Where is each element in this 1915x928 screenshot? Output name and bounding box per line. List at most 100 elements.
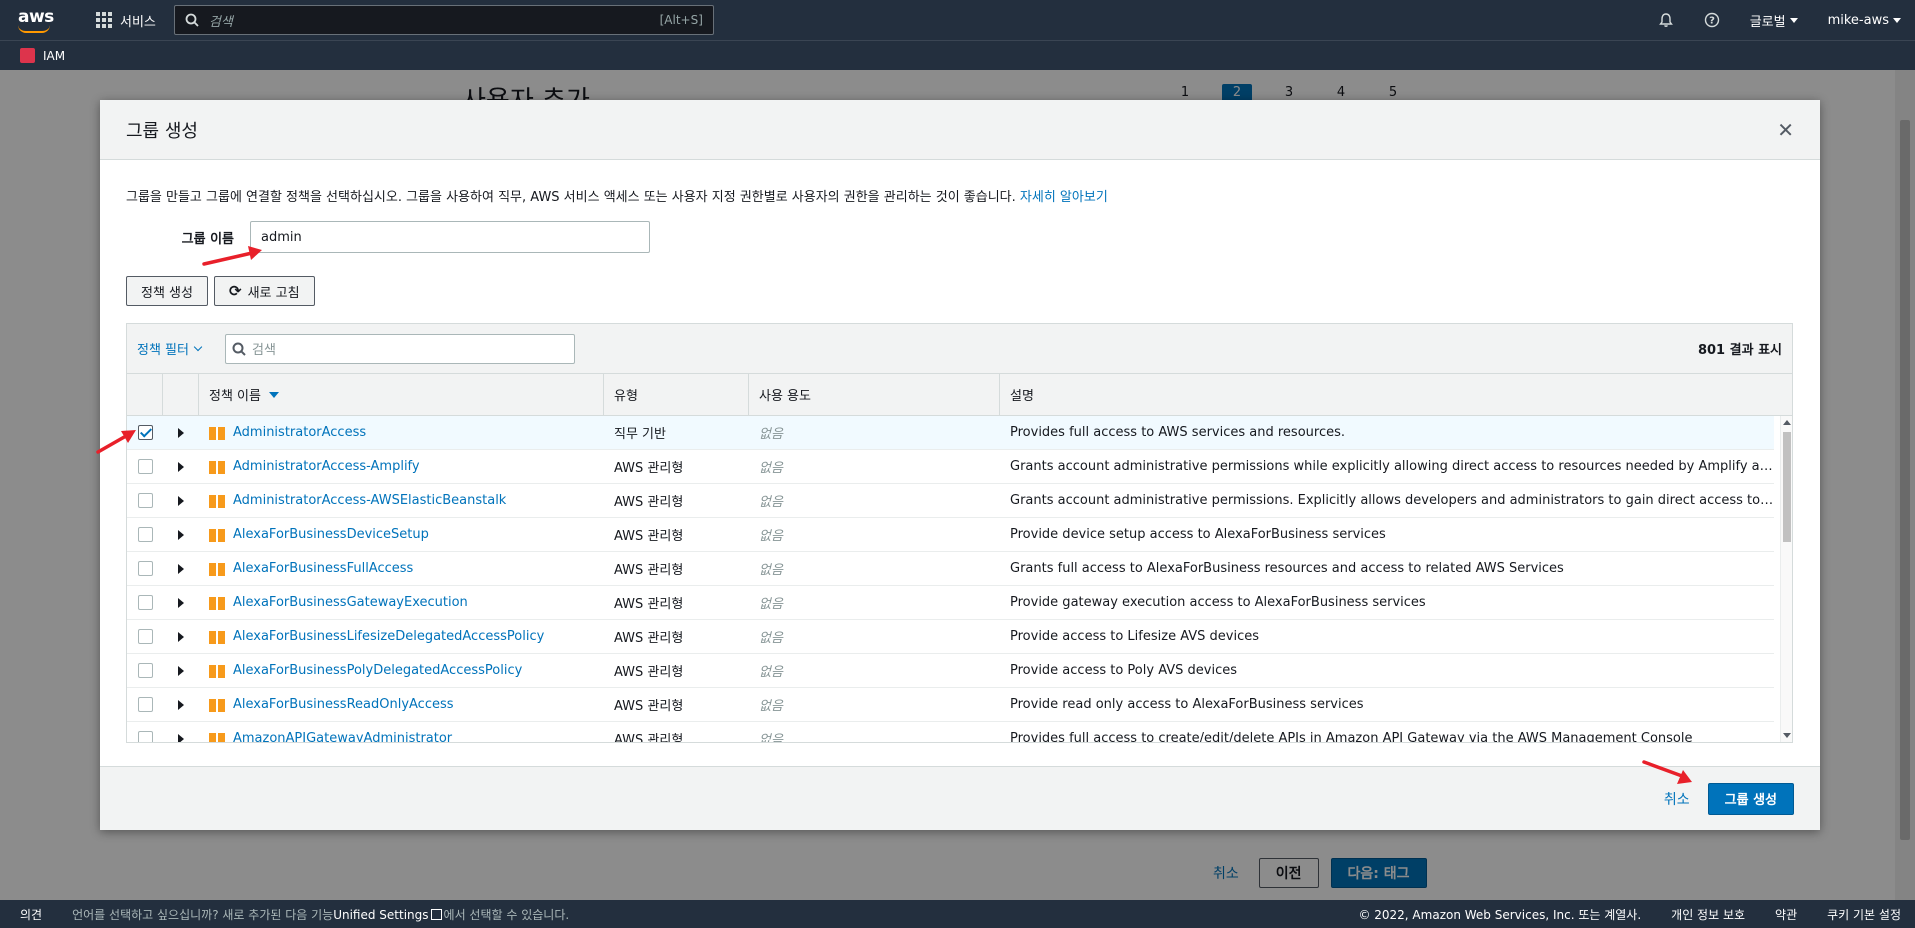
expand-icon[interactable] bbox=[178, 631, 184, 642]
row-expand-cell bbox=[163, 518, 199, 551]
row-expand-cell bbox=[163, 722, 199, 742]
policy-package-icon bbox=[209, 527, 225, 542]
iam-service-icon bbox=[20, 48, 35, 63]
region-selector[interactable]: 글로벌 bbox=[1750, 11, 1798, 30]
terms-link[interactable]: 약관 bbox=[1775, 906, 1797, 923]
column-header-usage[interactable]: 사용 용도 bbox=[749, 374, 1000, 415]
table-row[interactable]: AlexaForBusinessFullAccess AWS 관리형 없음 Grant… bbox=[127, 552, 1774, 586]
row-checkbox[interactable] bbox=[137, 629, 153, 644]
policy-name-link[interactable]: AmazonAPIGatewayAdministrator bbox=[233, 731, 452, 742]
policy-name-link[interactable]: AlexaForBusinessGatewayExecution bbox=[233, 595, 468, 610]
policy-name-link[interactable]: AdministratorAccess-Amplify bbox=[233, 459, 420, 474]
row-checkbox[interactable] bbox=[137, 595, 153, 610]
account-menu[interactable]: mike-aws bbox=[1828, 13, 1901, 28]
table-row[interactable]: AlexaForBusinessDeviceSetup AWS 관리형 없음 Prov… bbox=[127, 518, 1774, 552]
policy-usage-cell: 없음 bbox=[759, 461, 783, 476]
row-checkbox[interactable] bbox=[137, 663, 153, 678]
expand-icon[interactable] bbox=[178, 733, 184, 742]
expand-icon[interactable] bbox=[178, 699, 184, 710]
service-name[interactable]: IAM bbox=[43, 49, 65, 63]
policy-name-link[interactable]: AdministratorAccess-AWSElasticBeanstalk bbox=[233, 493, 506, 508]
policy-type-cell: AWS 관리형 bbox=[614, 495, 684, 510]
table-row[interactable]: AdministratorAccess-AWSElasticBeanstalk A… bbox=[127, 484, 1774, 518]
type-header-label: 유형 bbox=[614, 389, 638, 404]
policy-description-cell: Grants full access to AlexaForBusiness r… bbox=[1010, 561, 1564, 576]
refresh-label: 새로 고침 bbox=[247, 285, 300, 301]
policy-type-cell: AWS 관리형 bbox=[614, 597, 684, 612]
help-button[interactable]: ? bbox=[1704, 12, 1720, 28]
table-row[interactable]: AlexaForBusinessGatewayExecution AWS 관리형 없… bbox=[127, 586, 1774, 620]
search-icon bbox=[232, 342, 246, 356]
row-select-cell bbox=[127, 484, 163, 517]
table-row[interactable]: AlexaForBusinessReadOnlyAccess AWS 관리형 없음 P… bbox=[127, 688, 1774, 722]
column-header-type[interactable]: 유형 bbox=[604, 374, 749, 415]
table-scrollbar[interactable] bbox=[1780, 416, 1792, 742]
create-policy-button[interactable]: 정책 생성 bbox=[126, 276, 208, 306]
search-icon bbox=[185, 13, 199, 27]
copyright-text: © 2022, Amazon Web Services, Inc. 또는 계열사… bbox=[1358, 907, 1642, 922]
expand-icon[interactable] bbox=[178, 529, 184, 540]
aws-logo[interactable]: aws bbox=[14, 5, 66, 35]
policy-package-icon bbox=[209, 731, 225, 742]
create-policy-label: 정책 생성 bbox=[141, 285, 193, 301]
expand-icon[interactable] bbox=[178, 665, 184, 676]
language-message-after: 에서 선택할 수 있습니다. bbox=[443, 907, 570, 922]
column-header-description[interactable]: 설명 bbox=[1000, 374, 1792, 415]
policy-package-icon bbox=[209, 425, 225, 440]
global-search-input[interactable]: 검색 [Alt+S] bbox=[173, 5, 714, 35]
row-checkbox[interactable] bbox=[137, 493, 153, 508]
row-checkbox[interactable] bbox=[137, 731, 153, 742]
expand-icon[interactable] bbox=[178, 563, 184, 574]
table-row[interactable]: AlexaForBusinessLifesizeDelegatedAccessP… bbox=[127, 620, 1774, 654]
search-shortcut: [Alt+S] bbox=[659, 13, 703, 27]
unified-settings-link[interactable]: Unified Settings bbox=[333, 908, 428, 922]
group-name-input[interactable] bbox=[250, 221, 650, 253]
expand-icon[interactable] bbox=[178, 461, 184, 472]
table-body: AdministratorAccess 직무 기반 없음 Provides full … bbox=[127, 416, 1792, 742]
table-scrollbar-thumb[interactable] bbox=[1783, 432, 1791, 542]
privacy-link[interactable]: 개인 정보 보호 bbox=[1671, 906, 1745, 923]
row-checkbox[interactable] bbox=[137, 561, 153, 576]
policy-name-link[interactable]: AlexaForBusinessReadOnlyAccess bbox=[233, 697, 454, 712]
aws-logo-smile bbox=[18, 25, 50, 33]
create-group-button[interactable]: 그룹 생성 bbox=[1707, 782, 1794, 815]
refresh-button[interactable]: ⟳ 새로 고침 bbox=[213, 276, 315, 306]
learn-more-link[interactable]: 자세히 알아보기 bbox=[1020, 190, 1108, 205]
feedback-link[interactable]: 의견 bbox=[20, 906, 42, 923]
cancel-button[interactable]: 취소 bbox=[1664, 789, 1690, 809]
row-checkbox[interactable] bbox=[137, 697, 153, 712]
policy-filter-label: 정책 필터 bbox=[137, 343, 189, 358]
table-row[interactable]: AdministratorAccess-Amplify AWS 관리형 없음 Gran… bbox=[127, 450, 1774, 484]
column-header-policy-name[interactable]: 정책 이름 bbox=[199, 374, 604, 415]
policy-filter-dropdown[interactable]: 정책 필터 bbox=[137, 339, 203, 358]
notifications-button[interactable] bbox=[1658, 12, 1674, 28]
close-icon[interactable]: ✕ bbox=[1777, 118, 1794, 142]
usage-header-label: 사용 용도 bbox=[759, 389, 811, 404]
annotation-arrow-icon bbox=[96, 430, 136, 454]
policy-name-link[interactable]: AlexaForBusinessLifesizeDelegatedAccessP… bbox=[233, 629, 544, 644]
table-row[interactable]: AmazonAPIGatewayAdministrator AWS 관리형 없음 Pr… bbox=[127, 722, 1774, 742]
row-checkbox[interactable] bbox=[137, 459, 153, 474]
policy-name-cell: AlexaForBusinessPolyDelegatedAccessPolic… bbox=[199, 654, 604, 687]
policy-name-link[interactable]: AlexaForBusinessDeviceSetup bbox=[233, 527, 429, 542]
expand-icon[interactable] bbox=[178, 427, 184, 438]
policy-table: 정책 필터 검색 801 결과 표시 정책 이름 유형 사용 용도 설명 Adm… bbox=[126, 323, 1793, 743]
table-row[interactable]: AlexaForBusinessPolyDelegatedAccessPolic… bbox=[127, 654, 1774, 688]
policy-name-link[interactable]: AlexaForBusinessPolyDelegatedAccessPolic… bbox=[233, 663, 522, 678]
scroll-down-icon[interactable] bbox=[1783, 733, 1791, 738]
search-placeholder: 검색 bbox=[208, 14, 233, 30]
policy-name-link[interactable]: AdministratorAccess bbox=[233, 425, 366, 440]
row-checkbox[interactable] bbox=[137, 527, 153, 542]
expand-icon[interactable] bbox=[178, 495, 184, 506]
cookie-preferences-link[interactable]: 쿠키 기본 설정 bbox=[1827, 906, 1901, 923]
table-row[interactable]: AdministratorAccess 직무 기반 없음 Provides full … bbox=[127, 416, 1774, 450]
modal-footer: 취소 그룹 생성 bbox=[100, 766, 1820, 830]
expand-icon[interactable] bbox=[178, 597, 184, 608]
row-expand-cell bbox=[163, 450, 199, 483]
policy-name-link[interactable]: AlexaForBusinessFullAccess bbox=[233, 561, 413, 576]
services-menu[interactable]: 서비스 bbox=[96, 11, 156, 30]
scroll-up-icon[interactable] bbox=[1783, 420, 1791, 425]
row-expand-cell bbox=[163, 416, 199, 449]
policy-name-cell: AlexaForBusinessFullAccess bbox=[199, 552, 604, 585]
policy-search-input[interactable]: 검색 bbox=[224, 333, 575, 364]
